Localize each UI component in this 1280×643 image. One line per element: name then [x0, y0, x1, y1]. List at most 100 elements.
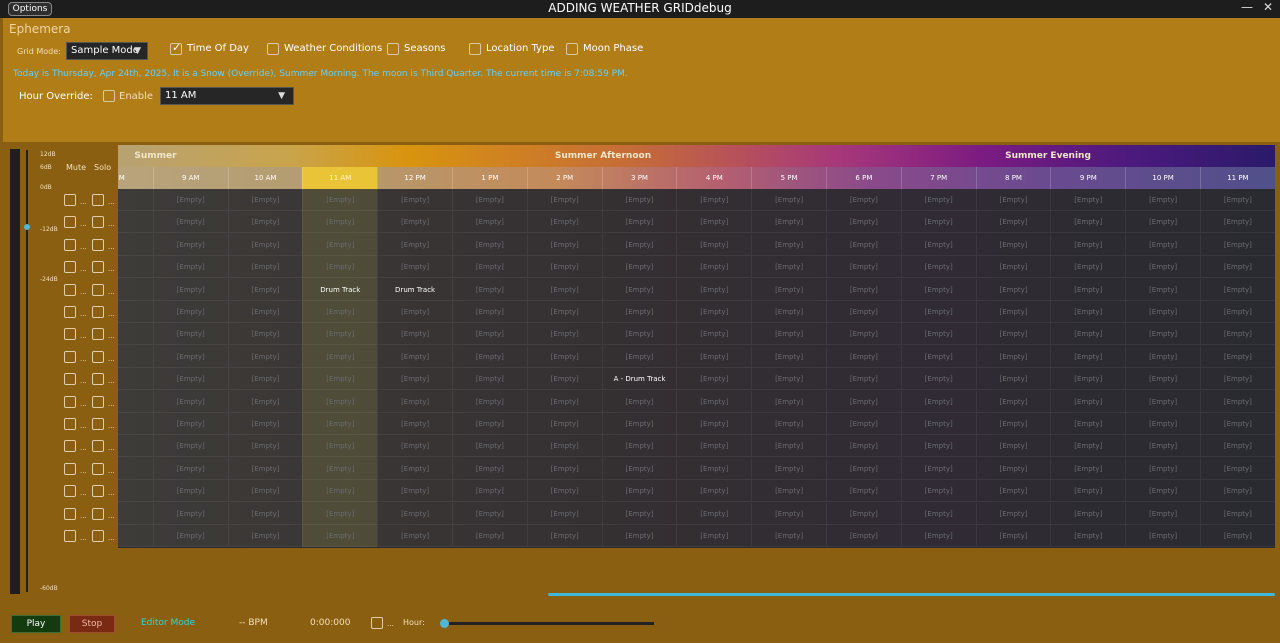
grid-cell-empty[interactable]: [Empty]	[676, 278, 752, 301]
grid-cell-empty[interactable]: [Empty]	[1050, 368, 1126, 391]
grid-cell-empty[interactable]: [Empty]	[526, 390, 602, 413]
grid-cell-empty[interactable]: [Empty]	[900, 278, 976, 301]
grid-cell-empty[interactable]: [Empty]	[676, 211, 752, 234]
grid-cell-empty[interactable]: [Empty]	[676, 368, 752, 391]
grid-cell-empty[interactable]: [Empty]	[377, 413, 452, 435]
grid-cell-empty[interactable]: [Empty]	[152, 368, 228, 391]
minimize-icon[interactable]: —	[1241, 0, 1253, 14]
grid-cell-empty[interactable]: [Empty]	[1050, 390, 1126, 413]
mute-checkbox[interactable]	[64, 418, 76, 430]
mute-checkbox[interactable]	[64, 283, 76, 296]
grid-cell-empty[interactable]: [Empty]	[452, 233, 527, 256]
grid-cell-empty[interactable]: [Empty]	[975, 525, 1051, 547]
grid-cell-empty[interactable]: [Empty]	[1050, 323, 1126, 346]
grid-cell-empty[interactable]: pty]	[118, 279, 153, 301]
solo-checkbox[interactable]	[92, 462, 104, 475]
grid-cell-empty[interactable]: [Empty]	[1125, 525, 1200, 547]
grid-cell-empty[interactable]: [Empty]	[751, 189, 826, 211]
grid-cell-empty[interactable]: [Empty]	[751, 435, 826, 458]
grid-cell-empty[interactable]: [Empty]	[826, 368, 901, 391]
grid-cell-empty[interactable]: [Empty]	[676, 301, 752, 323]
grid-cell-empty[interactable]: [Empty]	[302, 480, 378, 503]
grid-cell-empty[interactable]: [Empty]	[900, 256, 976, 279]
grid-cell-empty[interactable]: [Empty]	[1200, 233, 1275, 256]
grid-cell-empty[interactable]: [Empty]	[900, 345, 976, 368]
solo-checkbox[interactable]	[92, 530, 104, 542]
grid-cell-empty[interactable]: [Empty]	[601, 345, 677, 368]
grid-cell-empty[interactable]: [Empty]	[227, 390, 303, 413]
grid-cell-empty[interactable]: [Empty]	[227, 345, 303, 368]
grid-cell-empty[interactable]: [Empty]	[526, 502, 602, 525]
grid-cell-empty[interactable]: [Empty]	[751, 525, 826, 547]
grid-cell-empty[interactable]: [Empty]	[601, 457, 677, 480]
grid-cell-empty[interactable]: [Empty]	[452, 502, 527, 525]
grid-cell-empty[interactable]: [Empty]	[152, 323, 228, 346]
grid-cell-empty[interactable]: [Empty]	[751, 256, 826, 279]
grid-cell-empty[interactable]: [Empty]	[975, 323, 1051, 346]
grid-cell-empty[interactable]: [Empty]	[302, 413, 378, 435]
grid-cell-empty[interactable]: pty]	[118, 458, 153, 480]
grid-cell-empty[interactable]: [Empty]	[975, 480, 1051, 503]
grid-cell-empty[interactable]: [Empty]	[751, 390, 826, 413]
grid-cell-empty[interactable]: [Empty]	[900, 457, 976, 480]
grid-cell-empty[interactable]: [Empty]	[452, 525, 527, 547]
grid-cell-empty[interactable]: pty]	[118, 256, 153, 279]
grid-cell-empty[interactable]: [Empty]	[452, 189, 527, 211]
grid-cell-empty[interactable]: [Empty]	[601, 256, 677, 279]
grid-cell-empty[interactable]: [Empty]	[227, 211, 303, 234]
grid-cell-empty[interactable]: [Empty]	[975, 233, 1051, 256]
grid-cell-empty[interactable]: pty]	[118, 346, 153, 368]
grid-cell-empty[interactable]: [Empty]	[1200, 413, 1275, 435]
solo-checkbox[interactable]	[92, 283, 104, 296]
mute-checkbox[interactable]	[64, 216, 76, 229]
grid-cell-empty[interactable]: [Empty]	[751, 457, 826, 480]
grid-cell-empty[interactable]: [Empty]	[826, 189, 901, 211]
grid-cell-empty[interactable]: [Empty]	[227, 278, 303, 301]
mute-checkbox[interactable]	[64, 530, 76, 542]
grid-cell-empty[interactable]: [Empty]	[302, 435, 378, 458]
grid-cell-empty[interactable]: [Empty]	[975, 345, 1051, 368]
grid-cell-empty[interactable]: [Empty]	[601, 525, 677, 547]
grid-cell-empty[interactable]: [Empty]	[751, 502, 826, 525]
grid-cell-empty[interactable]: [Empty]	[526, 525, 602, 547]
solo-checkbox[interactable]	[92, 216, 104, 229]
grid-cell-empty[interactable]: [Empty]	[900, 189, 976, 211]
grid-cell-empty[interactable]: [Empty]	[526, 480, 602, 503]
grid-cell-empty[interactable]: [Empty]	[526, 413, 602, 435]
grid-cell-empty[interactable]: [Empty]	[900, 502, 976, 525]
grid-cell-empty[interactable]: [Empty]	[152, 345, 228, 368]
hour-slider-knob[interactable]	[440, 619, 449, 628]
grid-cell-empty[interactable]: [Empty]	[751, 301, 826, 323]
mute-checkbox[interactable]	[64, 306, 76, 318]
grid-cell-empty[interactable]: [Empty]	[227, 502, 303, 525]
solo-checkbox[interactable]	[92, 440, 104, 453]
grid-cell-empty[interactable]: [Empty]	[751, 278, 826, 301]
grid-cell-empty[interactable]: [Empty]	[152, 435, 228, 458]
grid-cell-empty[interactable]: [Empty]	[900, 413, 976, 435]
grid-cell-empty[interactable]: pty]	[118, 435, 153, 458]
grid-cell-empty[interactable]: [Empty]	[826, 233, 901, 256]
grid-cell-empty[interactable]: [Empty]	[900, 480, 976, 503]
grid-cell-empty[interactable]: [Empty]	[1200, 368, 1275, 391]
grid-cell-empty[interactable]: pty]	[118, 368, 153, 391]
grid-cell-empty[interactable]: [Empty]	[1125, 278, 1200, 301]
grid-cell-empty[interactable]: [Empty]	[1050, 233, 1126, 256]
grid-cell-empty[interactable]: [Empty]	[676, 502, 752, 525]
grid-cell-empty[interactable]: [Empty]	[152, 457, 228, 480]
checkbox-icon[interactable]	[469, 43, 481, 55]
grid-cell-empty[interactable]: [Empty]	[302, 390, 378, 413]
grid-cell-empty[interactable]: [Empty]	[152, 480, 228, 503]
grid-cell-empty[interactable]: pty]	[118, 189, 153, 211]
grid-cell-empty[interactable]: [Empty]	[452, 256, 527, 279]
grid-cell-empty[interactable]: [Empty]	[676, 525, 752, 547]
grid-cell-empty[interactable]: [Empty]	[1125, 457, 1200, 480]
grid-cell-empty[interactable]: [Empty]	[826, 256, 901, 279]
enable-checkbox[interactable]	[103, 90, 115, 102]
grid-cell-empty[interactable]: [Empty]	[377, 233, 452, 256]
grid-cell-empty[interactable]: [Empty]	[1200, 211, 1275, 234]
grid-cell-empty[interactable]: [Empty]	[452, 301, 527, 323]
grid-cell-empty[interactable]: [Empty]	[676, 480, 752, 503]
mute-checkbox[interactable]	[64, 373, 76, 386]
grid-cell-empty[interactable]: [Empty]	[452, 345, 527, 368]
grid-cell-empty[interactable]: [Empty]	[751, 323, 826, 346]
